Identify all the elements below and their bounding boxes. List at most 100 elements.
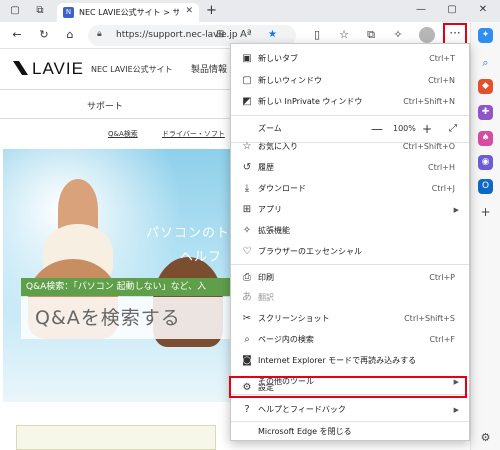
menu-item-screenshot[interactable]: ✂ スクリーンショット Ctrl+Shift+S (231, 308, 469, 330)
menu-label: Internet Explorer モードで再読み込みする (258, 356, 417, 365)
ie-mode-icon: ◙ (242, 355, 252, 366)
lock-icon[interactable]: 🔒︎ (97, 29, 102, 39)
menu-label: 新しい InPrivate ウィンドウ (258, 97, 363, 106)
site-logo[interactable]: LAVIE (13, 59, 84, 79)
menu-item-new-inprivate[interactable]: ◩ 新しい InPrivate ウィンドウ Ctrl+Shift+N (231, 91, 469, 113)
link-driver-software[interactable]: ドライバー・ソフト (162, 129, 225, 139)
menu-label: ブラウザーのエッセンシャル (258, 247, 362, 256)
close-window-button[interactable]: ✕ (476, 4, 490, 15)
translate-icon: あ (242, 292, 252, 303)
logo-text: LAVIE (32, 59, 84, 78)
page-bottom-box (16, 425, 216, 450)
tools-icon[interactable]: ✚ (478, 105, 493, 120)
menu-shortcut: Ctrl+T (429, 54, 455, 63)
menu-item-extensions[interactable]: ✧ 拡張機能 (231, 220, 469, 242)
search-icon[interactable]: ⌕ (478, 55, 493, 70)
menu-item-ie-mode[interactable]: ◙ Internet Explorer モードで再読み込みする (231, 350, 469, 372)
new-tab-icon: ▣ (242, 53, 252, 64)
copilot-app-icon[interactable]: ◉ (478, 155, 493, 170)
new-tab-button[interactable]: + (206, 3, 217, 18)
favorites-icon[interactable]: ☆ (337, 28, 351, 42)
maximize-button[interactable]: ▢ (445, 4, 459, 15)
grid-icon[interactable]: ⊞ (216, 29, 224, 40)
menu-separator (231, 264, 469, 265)
menu-label: お気に入り (258, 142, 298, 151)
favorites-star-icon: ☆ (242, 141, 252, 152)
menu-label: スクリーンショット (258, 314, 330, 323)
menu-shortcut: Ctrl+H (428, 163, 455, 172)
qa-search-hint: Q&A検索：「パソコン 起動しない」など、入 (21, 278, 251, 296)
menu-item-help-feedback[interactable]: ? ヘルプとフィードバック ▶ (231, 399, 469, 421)
extensions-puzzle-icon: ✧ (242, 225, 252, 236)
new-window-icon: ▢ (242, 75, 252, 86)
qa-search-box[interactable]: Q&Aを検索する (21, 297, 251, 339)
menu-item-favorites[interactable]: ☆ お気に入り Ctrl+Shift+O (231, 136, 469, 158)
menu-item-apps[interactable]: ⊞ アプリ ▶ (231, 199, 469, 221)
menu-label: アプリ (258, 205, 282, 214)
heart-pulse-icon: ♡ (242, 246, 252, 257)
submenu-arrow-icon: ▶ (453, 406, 459, 414)
menu-item-new-tab[interactable]: ▣ 新しいタブ Ctrl+T (231, 48, 469, 70)
tab-favicon-icon: N (63, 7, 74, 18)
back-button[interactable]: ← (10, 28, 24, 42)
extensions-icon[interactable]: ✧ (391, 28, 405, 42)
tab-close-icon[interactable]: ✕ (185, 6, 193, 16)
add-icon[interactable]: + (478, 205, 493, 220)
apps-icon: ⊞ (242, 204, 252, 215)
menu-shortcut: Ctrl+Shift+S (404, 314, 455, 323)
menu-label: 履歴 (258, 163, 274, 172)
edge-sidebar: ✦ ⌕ ◆ ✚ ♠ ◉ O + ⚙ (470, 22, 500, 450)
tab-title: NEC LAVIE公式サイト > サービス＆サ (79, 8, 179, 17)
menu-shortcut: Ctrl+N (428, 76, 455, 85)
menu-label: ヘルプとフィードバック (258, 405, 346, 414)
logo-mark-icon (13, 61, 28, 75)
link-qa-search[interactable]: Q&A検索 (108, 129, 138, 139)
favorite-star-icon[interactable]: ★ (268, 29, 277, 40)
menu-item-print[interactable]: ⎙ 印刷 Ctrl+P (231, 267, 469, 289)
menu-item-translate: あ 翻訳 (231, 287, 469, 309)
menu-item-settings[interactable]: ⚙ 設定 (229, 376, 469, 399)
nav-support[interactable]: サポート (87, 99, 123, 112)
menu-item-close-edge[interactable]: Microsoft Edge を閉じる (231, 421, 469, 443)
help-icon: ? (244, 404, 250, 415)
title-bar: ▢ ⧉ N NEC LAVIE公式サイト > サービス＆サ ✕ + — ▢ ✕ (0, 0, 500, 22)
menu-shortcut: Ctrl+Shift+N (403, 97, 455, 106)
menu-item-browser-essentials[interactable]: ♡ ブラウザーのエッセンシャル (231, 241, 469, 263)
menu-item-new-window[interactable]: ▢ 新しいウィンドウ Ctrl+N (231, 70, 469, 92)
shopping-icon[interactable]: ◆ (478, 79, 493, 94)
read-aloud-icon[interactable]: Aª (240, 29, 252, 40)
collections-icon[interactable]: ⧉ (364, 28, 378, 42)
menu-label: 設定 (258, 383, 274, 392)
refresh-button[interactable]: ↻ (37, 28, 51, 42)
menu-label: 印刷 (258, 273, 274, 282)
settings-and-more-menu: ▣ 新しいタブ Ctrl+T ▢ 新しいウィンドウ Ctrl+N ◩ 新しい I… (229, 43, 470, 443)
workspaces-icon[interactable]: ⧉ (33, 4, 47, 18)
history-icon: ↺ (242, 162, 252, 173)
menu-label: ページ内の検索 (258, 335, 314, 344)
outlook-icon[interactable]: O (478, 179, 493, 194)
menu-label: 拡張機能 (258, 226, 290, 235)
menu-shortcut: Ctrl+Shift+O (402, 142, 455, 151)
settings-gear-icon: ⚙ (242, 382, 252, 393)
minimize-button[interactable]: — (414, 4, 428, 15)
menu-label: 翻訳 (258, 293, 274, 302)
download-icon: ⤓ (244, 183, 250, 194)
menu-shortcut: Ctrl+P (429, 273, 455, 282)
menu-separator (231, 115, 469, 116)
split-screen-icon[interactable]: ▯ (310, 28, 324, 42)
browser-tab[interactable]: N NEC LAVIE公式サイト > サービス＆サ ✕ (57, 3, 199, 22)
avatar[interactable] (419, 27, 435, 43)
profile-icon[interactable]: ▢ (8, 4, 22, 18)
games-icon[interactable]: ♠ (478, 131, 493, 146)
copilot-icon[interactable]: ✦ (478, 28, 493, 43)
home-button[interactable]: ⌂ (63, 28, 77, 42)
submenu-arrow-icon: ▶ (453, 206, 459, 214)
menu-item-find-on-page[interactable]: ⌕ ページ内の検索 Ctrl+F (231, 329, 469, 351)
menu-label: 新しいウィンドウ (258, 76, 322, 85)
menu-item-downloads[interactable]: ⤓ ダウンロード Ctrl+J (231, 178, 469, 200)
sidebar-settings-icon[interactable]: ⚙ (478, 430, 493, 445)
nav-product-info[interactable]: 製品情報 (191, 62, 227, 75)
hero-headline-2: ヘルフ (180, 250, 223, 265)
find-icon: ⌕ (244, 334, 250, 345)
menu-item-history[interactable]: ↺ 履歴 Ctrl+H (231, 157, 469, 179)
